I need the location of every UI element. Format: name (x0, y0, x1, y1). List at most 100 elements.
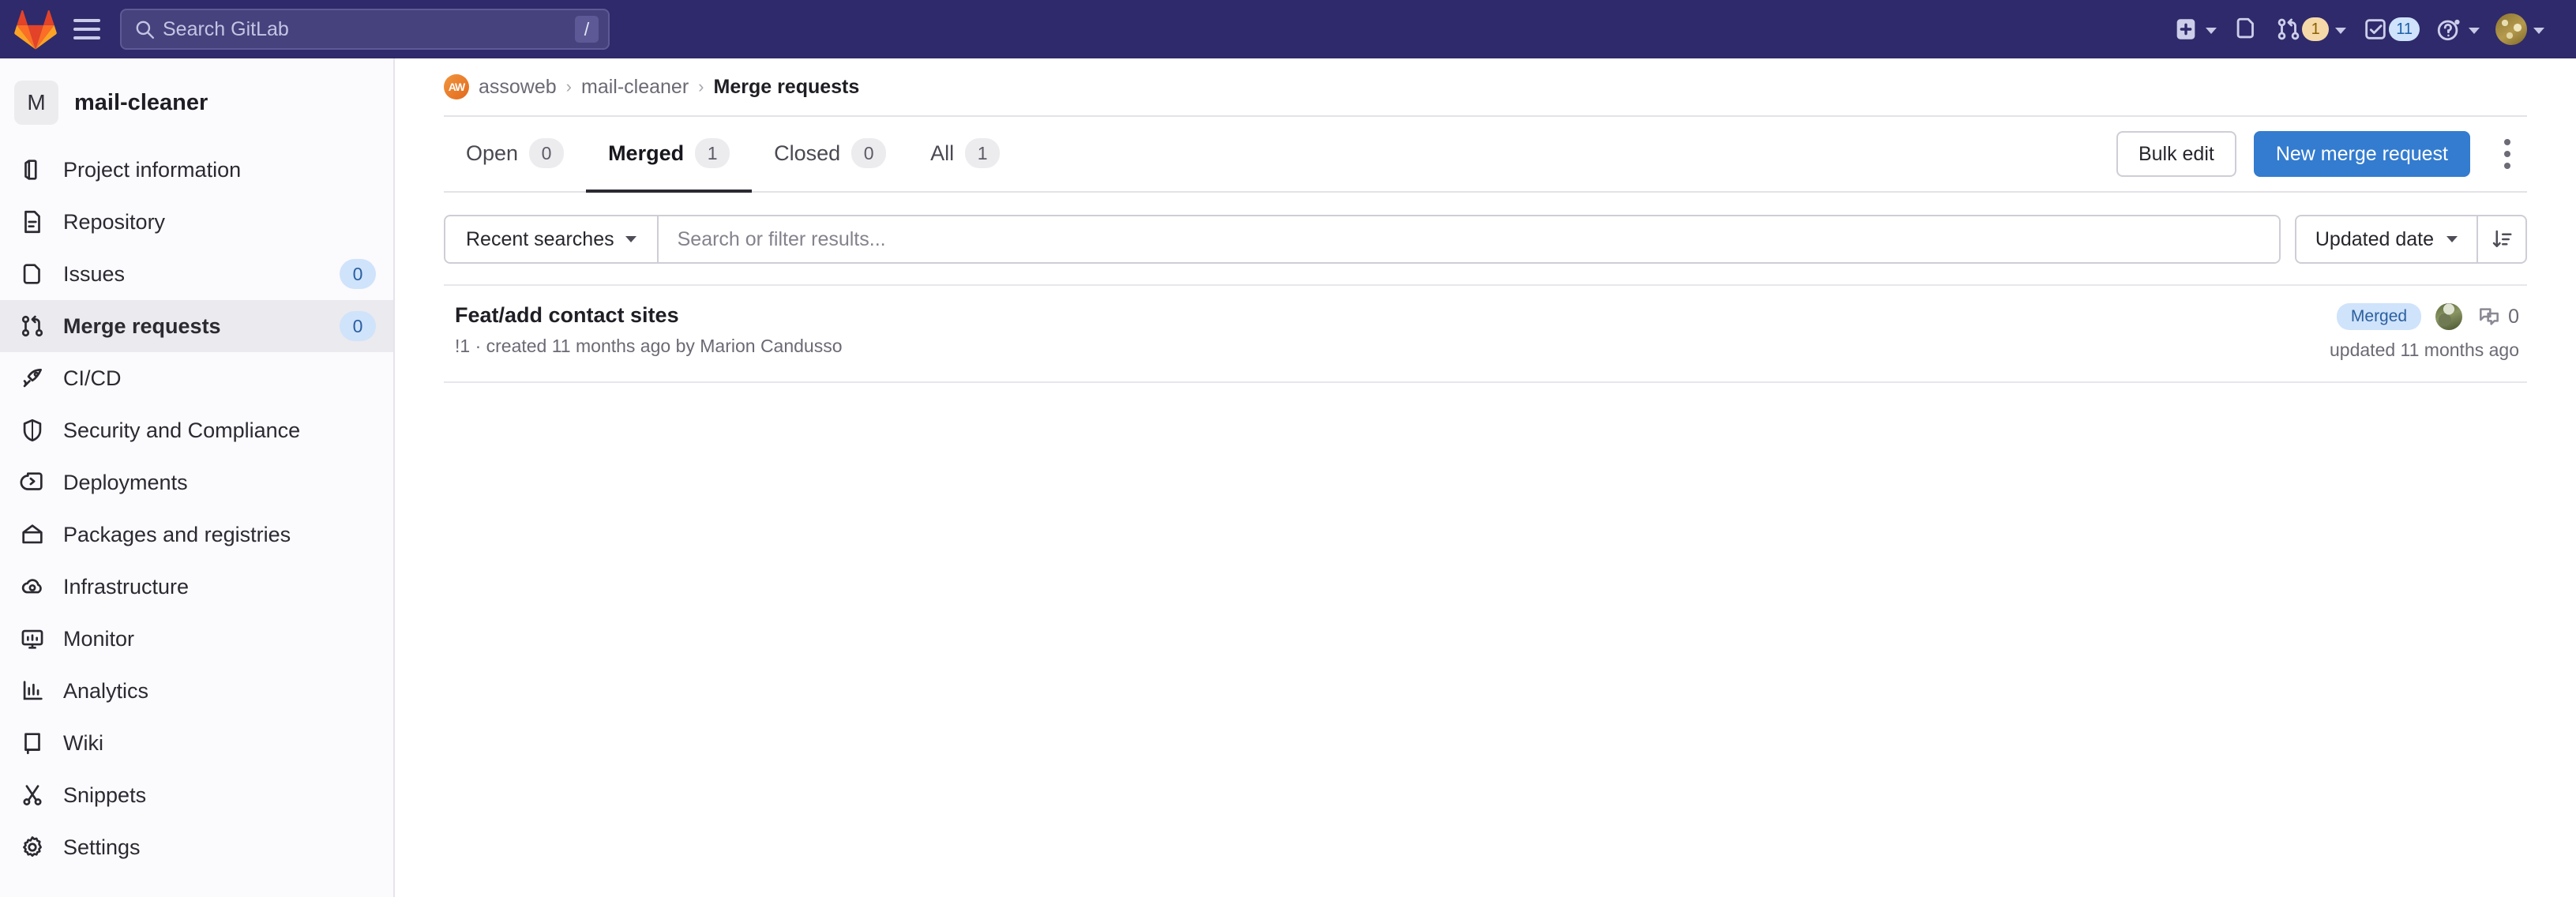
sort-descending-icon (2492, 230, 2512, 247)
chart-bar-icon (23, 681, 43, 700)
sidebar-item-settings[interactable]: Settings (0, 821, 393, 873)
breadcrumb-project-link[interactable]: mail-cleaner (581, 76, 689, 99)
sidebar-item-label: Monitor (63, 626, 135, 651)
tab-open[interactable]: Open 0 (444, 117, 586, 193)
breadcrumb-separator: › (565, 77, 572, 96)
sidebar-item-label: Security and Compliance (63, 418, 301, 442)
sidebar-item-wiki[interactable]: Wiki (0, 717, 393, 769)
deployments-icon (20, 472, 43, 490)
sidebar-project-header[interactable]: M mail-cleaner (0, 69, 393, 136)
tab-count: 1 (695, 138, 730, 168)
sidebar-item-label: Infrastructure (63, 574, 190, 599)
gitlab-logo-icon[interactable] (14, 9, 57, 50)
sort-field-label: Updated date (2315, 227, 2434, 250)
chevron-down-icon (2469, 27, 2480, 34)
sidebar-item-badge: 0 (340, 259, 376, 289)
sidebar-item-monitor[interactable]: Monitor (0, 613, 393, 665)
gear-icon (23, 836, 42, 857)
merge-request-icon (2277, 18, 2300, 40)
sidebar-item-label: Analytics (63, 678, 149, 703)
search-icon (136, 21, 155, 39)
sidebar-item-snippets[interactable]: Snippets (0, 769, 393, 821)
issues-nav-button[interactable] (2226, 11, 2266, 47)
page-shell: M mail-cleaner Project information Repos… (0, 58, 2576, 897)
tab-label: All (930, 141, 955, 165)
bulk-edit-button[interactable]: Bulk edit (2116, 131, 2236, 177)
tab-count: 1 (965, 138, 1001, 168)
merge-request-icon (21, 315, 43, 337)
merge-request-meta: !1 · created 11 months ago by Marion Can… (455, 336, 843, 356)
merge-requests-badge: 1 (2302, 17, 2330, 41)
comment-count-link[interactable]: 0 (2476, 304, 2519, 329)
project-sidebar: M mail-cleaner Project information Repos… (0, 58, 395, 897)
sidebar-item-ci-cd[interactable]: CI/CD (0, 352, 393, 404)
sidebar-item-repository[interactable]: Repository (0, 196, 393, 248)
new-merge-request-button[interactable]: New merge request (2253, 131, 2470, 177)
todos-nav-button[interactable]: 11 (2356, 11, 2426, 47)
tab-label: Open (466, 141, 519, 165)
top-nav-actions: 1 11 (2166, 9, 2551, 50)
tab-label: Merged (608, 141, 685, 165)
comment-count: 0 (2508, 305, 2519, 328)
sidebar-item-project-information[interactable]: Project information (0, 144, 393, 196)
filter-row: Recent searches Updated date (444, 193, 2527, 264)
sidebar-item-badge: 0 (340, 311, 376, 341)
sidebar-item-analytics[interactable]: Analytics (0, 665, 393, 717)
issues-icon (23, 264, 40, 284)
merge-request-primary: Feat/add contact sites !1 · created 11 m… (455, 303, 843, 357)
tab-count: 0 (851, 138, 887, 168)
sidebar-item-label: Snippets (63, 783, 147, 807)
tab-all[interactable]: All 1 (908, 117, 1022, 193)
chevron-down-icon (2335, 27, 2347, 34)
sidebar-item-issues[interactable]: Issues 0 (0, 248, 393, 300)
user-menu-button[interactable] (2489, 9, 2551, 50)
sidebar-item-label: Packages and registries (63, 522, 291, 546)
comments-icon (2480, 308, 2499, 325)
global-search-box[interactable]: / (120, 9, 610, 50)
chevron-down-icon (625, 236, 636, 242)
book-icon (24, 733, 40, 755)
state-tabs-row: Open 0 Merged 1 Closed 0 All 1 Bulk edit (444, 117, 2527, 193)
project-avatar: M (14, 81, 58, 125)
sidebar-item-packages-and-registries[interactable]: Packages and registries (0, 509, 393, 561)
sort-direction-button[interactable] (2478, 215, 2527, 264)
search-or-filter-input[interactable] (658, 216, 2279, 262)
sidebar-item-merge-requests[interactable]: Merge requests 0 (0, 300, 393, 352)
tab-merged[interactable]: Merged 1 (586, 117, 753, 193)
sidebar-item-label: Deployments (63, 470, 188, 494)
merge-request-title[interactable]: Feat/add contact sites (455, 303, 843, 328)
recent-searches-dropdown[interactable]: Recent searches (445, 216, 659, 262)
hamburger-menu-icon[interactable] (68, 10, 106, 48)
merge-request-row[interactable]: Feat/add contact sites !1 · created 11 m… (444, 286, 2527, 383)
monitor-icon (21, 629, 43, 649)
tab-label: Closed (774, 141, 841, 165)
sidebar-nav-list: Project information Repository Issues 0 (0, 144, 393, 873)
sidebar-item-label: Merge requests (63, 313, 221, 338)
sidebar-item-security-and-compliance[interactable]: Security and Compliance (0, 404, 393, 456)
chevron-down-icon (2446, 236, 2458, 242)
group-avatar: AW (444, 74, 469, 99)
rocket-icon (23, 369, 42, 388)
kebab-menu-icon[interactable] (2488, 131, 2527, 177)
create-new-button[interactable] (2166, 11, 2223, 47)
sidebar-item-label: Wiki (63, 730, 103, 755)
breadcrumb: AW assoweb › mail-cleaner › Merge reques… (444, 58, 2527, 115)
tab-closed[interactable]: Closed 0 (752, 117, 908, 193)
sort-field-dropdown[interactable]: Updated date (2294, 215, 2478, 264)
help-nav-button[interactable] (2429, 11, 2486, 47)
breadcrumb-current-page: Merge requests (713, 75, 860, 98)
top-navigation-bar: / 1 11 (0, 0, 2576, 58)
assignee-avatar[interactable] (2435, 303, 2463, 330)
merge-requests-nav-button[interactable]: 1 (2269, 11, 2353, 47)
search-input[interactable] (155, 17, 575, 41)
tab-actions: Bulk edit New merge request (2116, 131, 2527, 177)
merge-request-updated: updated 11 months ago (2330, 340, 2519, 360)
search-filter-bar[interactable]: Recent searches (444, 215, 2281, 264)
project-name: mail-cleaner (74, 89, 208, 115)
sidebar-item-deployments[interactable]: Deployments (0, 456, 393, 509)
issues-icon (2236, 17, 2255, 39)
sidebar-item-infrastructure[interactable]: Infrastructure (0, 561, 393, 613)
breadcrumb-group-link[interactable]: assoweb (479, 76, 557, 99)
merge-request-status-row: Merged 0 (2336, 303, 2519, 330)
merge-request-secondary: Merged 0 updated 11 months ago (2330, 303, 2519, 361)
